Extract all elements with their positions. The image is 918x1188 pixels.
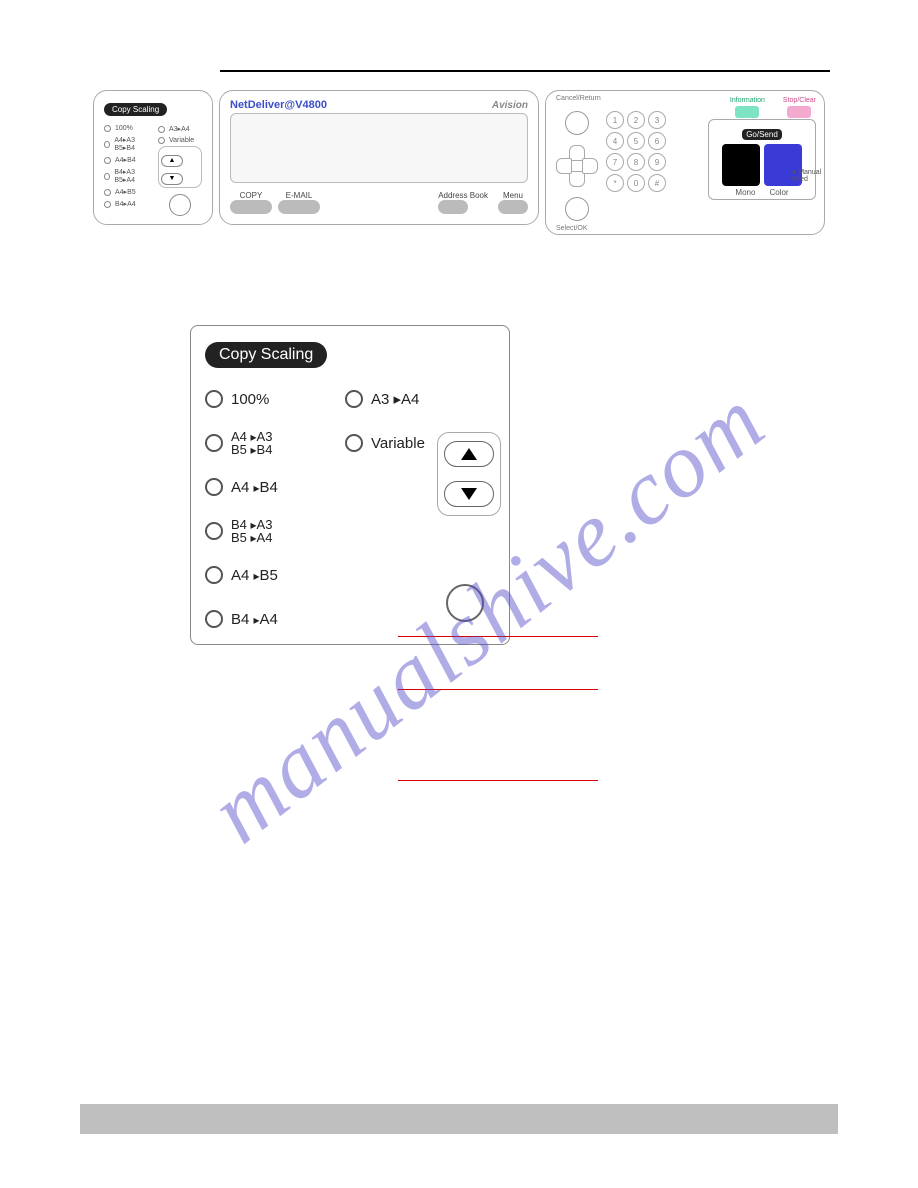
radio-icon (345, 434, 363, 452)
select-ok-button[interactable] (565, 197, 589, 221)
email-button[interactable] (278, 200, 320, 214)
mini-up-button[interactable]: ▲ (161, 155, 183, 167)
stopclear-button[interactable] (787, 106, 811, 118)
stopclear-label: Stop/Clear (783, 97, 816, 104)
scaling-select-button[interactable] (446, 584, 484, 622)
information-label: Information (730, 97, 765, 104)
radio-icon (205, 522, 223, 540)
gosend-title: Go/Send (742, 129, 782, 140)
option-100pct[interactable]: 100% (205, 390, 345, 408)
radio-icon (205, 610, 223, 628)
device-brand: NetDeliver@V4800 (230, 99, 327, 111)
copy-button[interactable] (230, 200, 272, 214)
copy-label: COPY (230, 191, 272, 200)
option-b4-a4[interactable]: B4 ▸A4 (205, 610, 345, 628)
radio-icon (205, 478, 223, 496)
manufacturer-brand: Avision (492, 100, 528, 111)
footer-bar (80, 1104, 838, 1134)
panel-scaling-title: Copy Scaling (104, 103, 167, 116)
numeric-keypad[interactable]: 1 2 3 4 5 6 7 8 9 * 0 # (606, 111, 666, 192)
panel-lcd-block: NetDeliver@V4800 Avision COPY E-MAIL (219, 90, 539, 225)
option-a3-a4[interactable]: A3 ▸A4 (345, 390, 485, 408)
mini-down-button[interactable]: ▼ (161, 173, 183, 185)
lcd-screen (230, 113, 528, 183)
variable-buttons-group (437, 432, 501, 516)
callout-line-3 (398, 780, 598, 781)
radio-icon (205, 390, 223, 408)
radio-icon (345, 390, 363, 408)
scale-up-button[interactable] (444, 441, 494, 467)
copy-scaling-panel: Copy Scaling 100% A3 ▸A4 A4 ▸A3B5 ▸B4 (190, 325, 510, 645)
selectok-label: Select/OK (556, 225, 588, 232)
callout-line-1 (398, 636, 598, 637)
addressbook-button[interactable] (438, 200, 468, 214)
panel-scaling-block: Copy Scaling 100% A4▸A3 B5▸B4 A4▸B4 B4▸A… (93, 90, 213, 225)
go-mono-button[interactable] (722, 144, 760, 186)
menu-button[interactable] (498, 200, 528, 214)
radio-icon (205, 434, 223, 452)
menu-label: Menu (498, 191, 528, 200)
mono-label: Mono (735, 188, 755, 197)
top-divider (220, 70, 830, 72)
addressbook-label: Address Book (438, 191, 488, 200)
control-panel-illustration: Copy Scaling 100% A4▸A3 B5▸B4 A4▸B4 B4▸A… (80, 90, 838, 235)
option-a4a3-b5b4[interactable]: A4 ▸A3B5 ▸B4 (205, 430, 345, 456)
callout-line-2 (398, 689, 598, 690)
option-a4-b4[interactable]: A4 ▸B4 (205, 478, 345, 496)
panel-keypad-block: Cancel/Return 1 2 3 4 5 6 7 8 (545, 90, 825, 235)
option-a4-b5[interactable]: A4 ▸B5 (205, 566, 345, 584)
email-label: E-MAIL (278, 191, 320, 200)
option-b4a3-b5a4[interactable]: B4 ▸A3B5 ▸A4 (205, 518, 345, 544)
copy-scaling-title: Copy Scaling (205, 342, 327, 368)
information-button[interactable] (735, 106, 759, 118)
nav-cross[interactable] (556, 145, 598, 187)
gosend-box: Go/Send Mono Color (708, 119, 816, 200)
radio-icon (205, 566, 223, 584)
color-label: Color (769, 188, 788, 197)
scale-down-button[interactable] (444, 481, 494, 507)
mini-select-button[interactable] (169, 194, 191, 216)
cancel-button[interactable] (565, 111, 589, 135)
cancel-label: Cancel/Return (556, 95, 601, 102)
manualfeed-label: ● Manual Feed (792, 169, 822, 183)
